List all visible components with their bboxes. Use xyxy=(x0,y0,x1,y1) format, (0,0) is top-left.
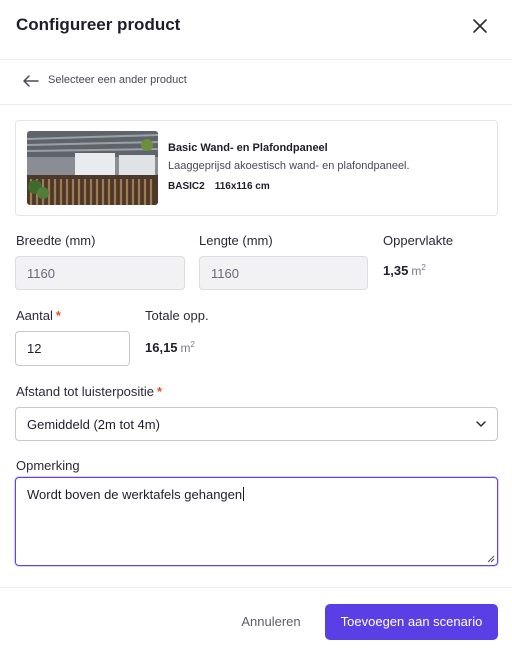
total-area-unit: m2 xyxy=(180,340,195,355)
dialog-title: Configureer product xyxy=(16,15,181,34)
total-area-label: Totale opp. xyxy=(145,308,209,323)
total-area-value: 16,15 m2 xyxy=(145,340,195,355)
total-area-number: 16,15 xyxy=(145,340,178,355)
arrow-left-icon xyxy=(23,75,39,87)
remark-textarea[interactable]: Wordt boven de werktafels gehangen xyxy=(15,477,498,566)
length-label: Lengte (mm) xyxy=(199,233,273,248)
distance-label: Afstand tot luisterpositie * xyxy=(16,384,163,399)
distance-select[interactable]: Gemiddeld (2m tot 4m) xyxy=(15,407,498,441)
select-other-product-link[interactable]: Selecteer een ander product xyxy=(0,60,512,105)
close-button[interactable] xyxy=(468,14,492,38)
dialog-footer: Annuleren Toevoegen aan scenario xyxy=(0,587,512,649)
chevron-down-icon xyxy=(476,421,486,427)
product-name: Basic Wand- en Plafondpaneel xyxy=(168,142,328,154)
product-meta: BASIC2 116x116 cm xyxy=(168,181,270,192)
area-label: Oppervlakte xyxy=(383,233,454,248)
width-label: Breedte (mm) xyxy=(16,233,96,248)
product-description: Laaggeprijsd akoestisch wand- en plafond… xyxy=(168,160,410,172)
product-code: BASIC2 xyxy=(168,181,205,192)
resize-handle-icon[interactable] xyxy=(487,555,495,563)
product-card: Basic Wand- en Plafondpaneel Laaggeprijs… xyxy=(15,120,498,216)
product-size: 116x116 cm xyxy=(214,181,270,192)
text-caret xyxy=(243,487,245,501)
cancel-button[interactable]: Annuleren xyxy=(228,604,314,640)
required-mark: * xyxy=(55,308,61,323)
close-icon xyxy=(473,19,487,33)
back-link-label: Selecteer een ander product xyxy=(48,74,187,86)
quantity-label: Aantal * xyxy=(16,308,61,323)
area-value: 1,35 m2 xyxy=(383,263,426,278)
quantity-input[interactable]: 12 xyxy=(15,331,130,366)
required-mark: * xyxy=(157,384,163,399)
remark-text: Wordt boven de werktafels gehangen xyxy=(27,487,243,502)
width-input: 1160 xyxy=(15,256,185,290)
area-unit: m2 xyxy=(411,263,426,278)
add-to-scenario-button[interactable]: Toevoegen aan scenario xyxy=(325,604,498,640)
area-number: 1,35 xyxy=(383,263,409,278)
remark-label: Opmerking xyxy=(16,458,80,473)
length-input: 1160 xyxy=(199,256,368,290)
dialog-header: Configureer product xyxy=(0,0,512,60)
product-image xyxy=(27,131,158,205)
distance-selected-value: Gemiddeld (2m tot 4m) xyxy=(27,417,160,432)
